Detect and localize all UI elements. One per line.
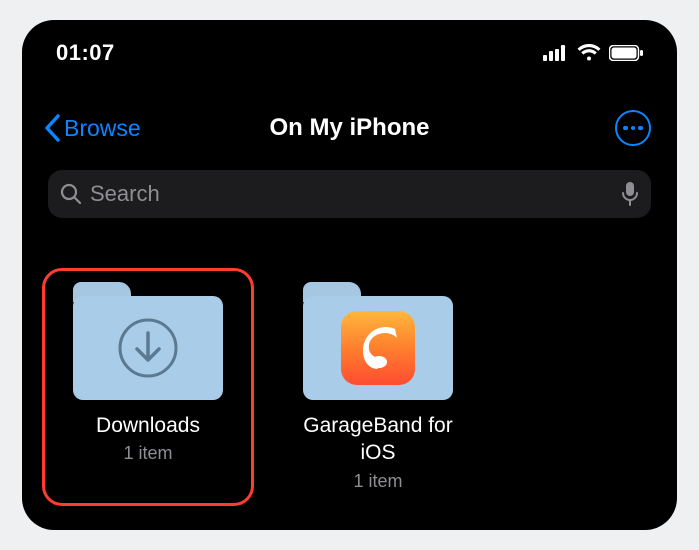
- chevron-left-icon: [44, 114, 62, 142]
- more-button[interactable]: [615, 110, 651, 146]
- battery-icon: [609, 45, 643, 61]
- search-input[interactable]: Search: [48, 170, 651, 218]
- folder-icon: [73, 282, 223, 400]
- signal-icon: [543, 45, 569, 61]
- garageband-app-icon: [341, 311, 415, 385]
- wifi-icon: [577, 44, 601, 62]
- search-icon: [60, 183, 82, 205]
- back-button[interactable]: Browse: [44, 114, 141, 142]
- folder-grid: Downloads 1 item: [22, 218, 677, 512]
- folder-item-downloads[interactable]: Downloads 1 item: [56, 282, 240, 492]
- download-icon: [115, 315, 181, 381]
- status-bar: 01:07: [22, 20, 677, 76]
- folder-icon: [303, 282, 453, 400]
- folder-item-garageband[interactable]: GarageBand for iOS 1 item: [286, 282, 470, 492]
- back-label: Browse: [64, 115, 141, 142]
- nav-bar: Browse On My iPhone: [22, 100, 677, 156]
- folder-subtitle: 1 item: [353, 471, 402, 492]
- phone-screen: 01:07: [22, 20, 677, 530]
- page-title: On My iPhone: [269, 114, 429, 142]
- mic-icon[interactable]: [621, 181, 639, 207]
- device-frame: 01:07: [0, 0, 699, 550]
- folder-label: GarageBand for iOS: [286, 412, 470, 467]
- status-icons: [543, 44, 643, 62]
- status-time: 01:07: [56, 40, 115, 66]
- search-placeholder: Search: [90, 181, 613, 207]
